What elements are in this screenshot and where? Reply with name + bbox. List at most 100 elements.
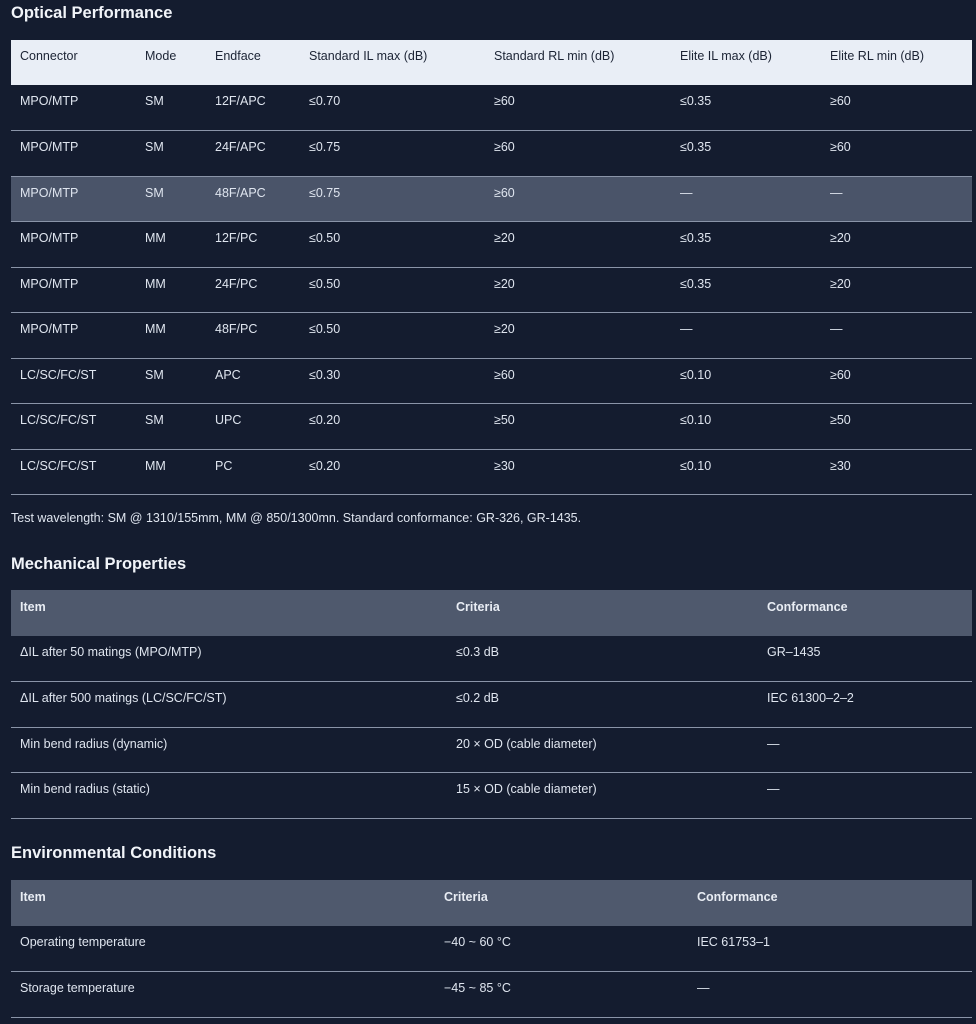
table-header-row: Connector Mode Endface Standard IL max (… <box>11 40 972 85</box>
table-cell: PC <box>206 449 300 495</box>
table-cell: MPO/MTP <box>11 312 136 359</box>
table-cell: SM <box>136 85 206 131</box>
environmental-conditions-title: Environmental Conditions <box>11 844 217 862</box>
spec-page: Optical Performance Connector Mode Endfa… <box>0 0 976 1024</box>
table-cell: IEC 61300–2–2 <box>758 681 972 728</box>
table-cell: ≤0.10 <box>671 449 821 495</box>
table-cell: Min bend radius (static) <box>11 772 447 819</box>
table-row: ΔIL after 50 matings (MPO/MTP) ≤0.3 dB G… <box>11 636 972 682</box>
table-cell: 48F/PC <box>206 312 300 359</box>
optical-performance-table: Connector Mode Endface Standard IL max (… <box>11 40 972 495</box>
table-cell: — <box>758 772 972 819</box>
table-cell: — <box>758 727 972 773</box>
column-header-conformance: Conformance <box>697 890 778 904</box>
table-cell: ≤0.30 <box>300 358 485 404</box>
table-cell: ≥20 <box>821 267 972 313</box>
table-cell: ≥20 <box>485 267 671 313</box>
column-header-mode: Mode <box>145 49 177 63</box>
table-cell: ≤0.20 <box>300 403 485 450</box>
mechanical-properties-table: Item Criteria Conformance ΔIL after 50 m… <box>11 590 972 819</box>
table-cell: ≤0.35 <box>671 221 821 268</box>
table-cell: ≤0.50 <box>300 312 485 359</box>
table-cell: UPC <box>206 403 300 450</box>
table-cell: LC/SC/FC/ST <box>11 358 136 404</box>
table-cell: ≥60 <box>821 358 972 404</box>
table-cell: MPO/MTP <box>11 85 136 131</box>
table-cell: ≥60 <box>485 130 671 177</box>
table-cell: MPO/MTP <box>11 176 136 222</box>
table-cell: Storage temperature <box>11 971 435 1018</box>
table-cell: IEC 61753–1 <box>688 926 972 972</box>
table-cell: 24F/PC <box>206 267 300 313</box>
table-cell: −40 ~ 60 °C <box>435 926 688 972</box>
column-header-endface: Endface <box>215 49 261 63</box>
column-header-criteria: Criteria <box>444 890 488 904</box>
table-cell: ≤0.50 <box>300 221 485 268</box>
table-row: LC/SC/FC/ST MM PC ≤0.20 ≥30 ≤0.10 ≥30 <box>11 449 972 495</box>
table-cell: — <box>821 312 972 359</box>
table-cell: ≥30 <box>485 449 671 495</box>
table-row: MPO/MTP SM 12F/APC ≤0.70 ≥60 ≤0.35 ≥60 <box>11 85 972 131</box>
table-row-highlighted: MPO/MTP SM 48F/APC ≤0.75 ≥60 — — <box>11 176 972 222</box>
table-cell: SM <box>136 403 206 450</box>
column-header-elite-il: Elite IL max (dB) <box>680 49 772 63</box>
table-cell: MM <box>136 221 206 268</box>
mechanical-properties-title: Mechanical Properties <box>11 555 187 573</box>
table-cell: ≤0.10 <box>671 358 821 404</box>
table-cell: −45 ~ 85 °C <box>435 971 688 1018</box>
table-cell: ≤0.70 <box>300 85 485 131</box>
table-row: MPO/MTP MM 48F/PC ≤0.50 ≥20 — — <box>11 312 972 359</box>
table-cell: 20 × OD (cable diameter) <box>447 727 758 773</box>
table-cell: MM <box>136 267 206 313</box>
table-header-row: Item Criteria Conformance <box>11 880 972 926</box>
table-cell: ≥50 <box>485 403 671 450</box>
table-cell: 48F/APC <box>206 176 300 222</box>
table-cell: — <box>671 312 821 359</box>
table-row: LC/SC/FC/ST SM UPC ≤0.20 ≥50 ≤0.10 ≥50 <box>11 403 972 450</box>
table-cell: Operating temperature <box>11 926 435 972</box>
table-row: MPO/MTP MM 12F/PC ≤0.50 ≥20 ≤0.35 ≥20 <box>11 221 972 268</box>
table-cell: SM <box>136 130 206 177</box>
table-cell: MM <box>136 449 206 495</box>
table-cell: LC/SC/FC/ST <box>11 403 136 450</box>
table-cell: ≥20 <box>485 221 671 268</box>
table-cell: ≥60 <box>821 85 972 131</box>
column-header-standard-il: Standard IL max (dB) <box>309 49 428 63</box>
table-cell: — <box>671 176 821 222</box>
table-cell: LC/SC/FC/ST <box>11 449 136 495</box>
table-cell: ≥20 <box>485 312 671 359</box>
table-cell: ≤0.35 <box>671 130 821 177</box>
environmental-conditions-table: Item Criteria Conformance Operating temp… <box>11 880 972 1018</box>
table-row: MPO/MTP SM 24F/APC ≤0.75 ≥60 ≤0.35 ≥60 <box>11 130 972 177</box>
table-cell: MM <box>136 312 206 359</box>
table-cell: ≥60 <box>485 85 671 131</box>
table-row: ΔIL after 500 matings (LC/SC/FC/ST) ≤0.2… <box>11 681 972 728</box>
table-cell: MPO/MTP <box>11 221 136 268</box>
table-row: Operating temperature −40 ~ 60 °C IEC 61… <box>11 926 972 972</box>
table-cell: 24F/APC <box>206 130 300 177</box>
column-header-item: Item <box>20 890 46 904</box>
table-row: Min bend radius (dynamic) 20 × OD (cable… <box>11 727 972 773</box>
table-cell: ≤0.75 <box>300 176 485 222</box>
column-header-connector: Connector <box>20 49 78 63</box>
test-wavelength-note: Test wavelength: SM @ 1310/155mm, MM @ 8… <box>11 511 582 525</box>
table-cell: ≤0.50 <box>300 267 485 313</box>
table-cell: ΔIL after 50 matings (MPO/MTP) <box>11 636 447 682</box>
table-cell: APC <box>206 358 300 404</box>
table-cell: ≤0.20 <box>300 449 485 495</box>
table-cell: — <box>821 176 972 222</box>
table-cell: ≤0.75 <box>300 130 485 177</box>
table-cell: SM <box>136 176 206 222</box>
table-cell: ≤0.3 dB <box>447 636 758 682</box>
table-cell: 12F/PC <box>206 221 300 268</box>
table-cell: Min bend radius (dynamic) <box>11 727 447 773</box>
table-row: MPO/MTP MM 24F/PC ≤0.50 ≥20 ≤0.35 ≥20 <box>11 267 972 313</box>
table-cell: GR–1435 <box>758 636 972 682</box>
table-cell: ≤0.35 <box>671 267 821 313</box>
table-cell: ≥60 <box>821 130 972 177</box>
column-header-conformance: Conformance <box>767 600 848 614</box>
table-cell: — <box>688 971 972 1018</box>
table-cell: ≤0.10 <box>671 403 821 450</box>
table-cell: ΔIL after 500 matings (LC/SC/FC/ST) <box>11 681 447 728</box>
table-cell: MPO/MTP <box>11 267 136 313</box>
